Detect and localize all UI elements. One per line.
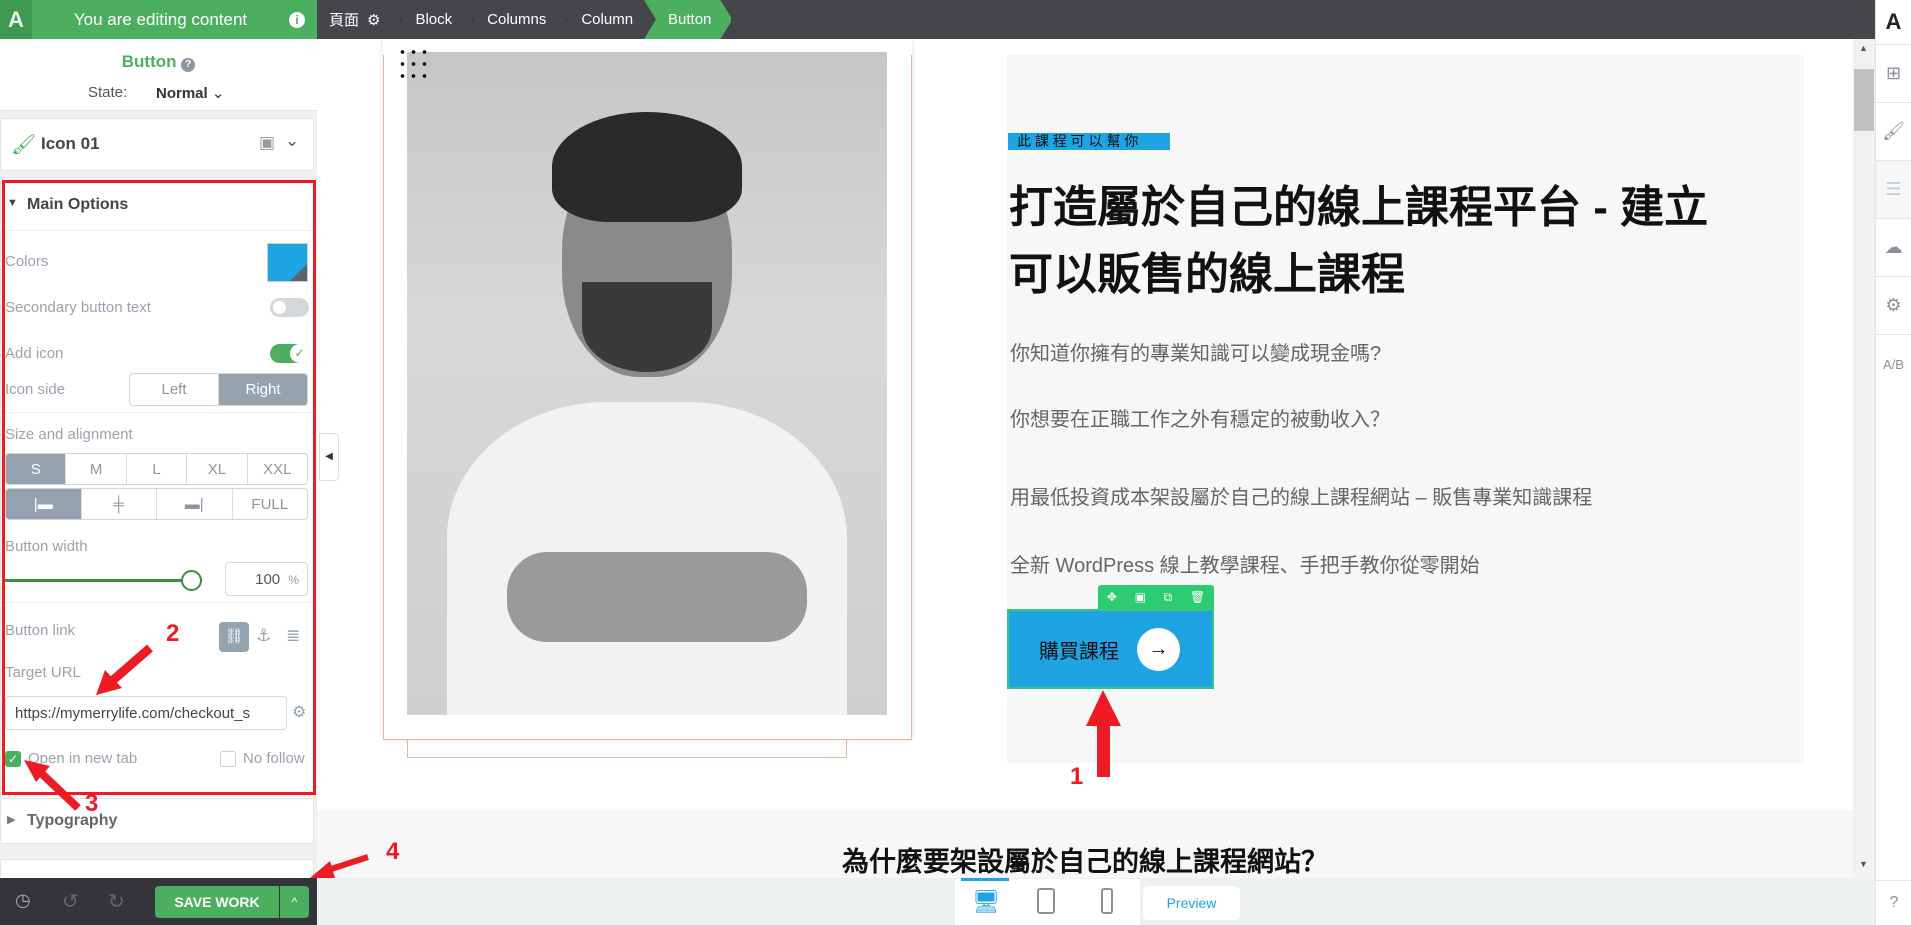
element-toolbar: ✥ ▣ ⧉ 🗑 xyxy=(1098,585,1214,609)
hero-paragraph: 全新 WordPress 線上教學課程、手把手教你從零開始 xyxy=(1010,555,1480,577)
save-options-button[interactable]: ^ xyxy=(280,886,309,918)
buy-course-label: 購買課程 xyxy=(1039,640,1119,663)
hero-paragraph: 用最低投資成本架設屬於自己的線上課程網站 – 販售專業知識課程 xyxy=(1010,487,1593,509)
help-icon[interactable]: ? xyxy=(181,58,196,72)
breadcrumb-page[interactable]: 頁面 ⚙ xyxy=(317,0,401,39)
scroll-down-icon[interactable]: ▼ xyxy=(1859,859,1868,869)
hero-paragraph: 你想要在正職工作之外有穩定的被動收入？ xyxy=(1010,409,1390,431)
history-icon[interactable]: ◷ xyxy=(15,890,31,911)
move-icon[interactable]: ✥ xyxy=(1107,590,1117,604)
element-title: Button xyxy=(121,52,177,71)
preview-button[interactable]: Preview xyxy=(1143,886,1240,920)
hero-heading-line2: 可以販售的線上課程 xyxy=(1009,250,1405,299)
breadcrumb-block[interactable]: Block xyxy=(391,0,473,39)
editing-banner: A You are editing content i xyxy=(0,0,317,39)
help-icon[interactable]: ? xyxy=(1876,880,1911,925)
annotation-number-2: 2 xyxy=(166,620,180,647)
collapse-panel-button[interactable]: ◀ xyxy=(319,433,339,481)
mobile-icon[interactable] xyxy=(1101,888,1113,914)
chevron-down-icon: ⌄ xyxy=(211,85,225,102)
arrow-right-icon: → xyxy=(1137,627,1180,671)
desktop-icon[interactable]: 🖥 xyxy=(972,889,1000,915)
sliders-icon[interactable]: ☰ xyxy=(1876,161,1911,219)
ab-test-icon[interactable]: A/B xyxy=(1876,335,1911,393)
hero-tag: 此 課 程 可 以 幫 你 xyxy=(1008,133,1170,150)
annotation-number-1: 1 xyxy=(1070,763,1084,790)
global-style-icon[interactable]: ▣ xyxy=(259,133,275,153)
typography-label: Typography xyxy=(27,812,118,829)
state-value: Normal xyxy=(156,85,208,102)
breadcrumb: 頁面 ⚙ Block Columns Column Button xyxy=(317,0,1875,39)
hero-heading: 打造屬於自己的線上課程平台 - 建立 可以販售的線上課程 xyxy=(1009,174,1708,308)
icon-card-label: Icon 01 xyxy=(41,134,100,153)
section-two-heading: 為什麼要架設屬於自己的線上課程網站？ xyxy=(842,847,1328,877)
undo-icon[interactable]: ↺ xyxy=(62,889,79,914)
breadcrumb-label: 頁面 xyxy=(329,12,360,29)
brush-icon: 🖌 xyxy=(11,134,37,156)
app-logo[interactable]: A xyxy=(0,0,32,39)
trash-icon[interactable]: 🗑 xyxy=(1190,590,1205,604)
caret-right-icon: ▶ xyxy=(7,814,16,826)
chevron-down-icon[interactable]: ⌄ xyxy=(285,131,299,151)
annotation-number-3: 3 xyxy=(85,790,99,817)
scrollbar-thumb[interactable] xyxy=(1854,69,1874,131)
buy-course-button[interactable]: 購買課程 → xyxy=(1007,609,1214,689)
copy-icon[interactable]: ⧉ xyxy=(1164,590,1173,605)
breadcrumb-column[interactable]: Column xyxy=(557,0,654,39)
settings-icon[interactable]: ⚙ xyxy=(1876,277,1911,335)
typography-card[interactable]: ▶ Typography xyxy=(0,798,314,844)
dots-decoration xyxy=(397,46,429,82)
hero-heading-line1: 打造屬於自己的線上課程平台 - 建立 xyxy=(1009,183,1709,232)
brush-icon[interactable]: 🖌 xyxy=(1876,103,1911,161)
add-element-icon[interactable]: ⊞ xyxy=(1876,45,1911,103)
save-work-button[interactable]: SAVE WORK xyxy=(155,886,279,918)
device-bar: 🖥 Preview xyxy=(317,878,1875,925)
scroll-up-icon[interactable]: ▲ xyxy=(1859,43,1868,53)
canvas-scrollbar[interactable]: ▲ ▼ xyxy=(1853,39,1875,878)
redo-icon[interactable]: ↻ xyxy=(108,889,125,914)
editing-label: You are editing content xyxy=(73,9,248,29)
hero-paragraph: 你知道你擁有的專業知識可以變成現金嗎? xyxy=(1010,343,1382,365)
tablet-icon[interactable] xyxy=(1037,888,1055,914)
breadcrumb-button[interactable]: Button xyxy=(644,0,732,39)
gear-icon[interactable]: ⚙ xyxy=(367,11,380,29)
portrait-photo xyxy=(407,52,887,715)
bottom-toolbar: ◷ ↺ ↻ SAVE WORK ^ xyxy=(0,878,317,925)
icon-card[interactable]: 🖌 Icon 01 ▣ ⌄ xyxy=(0,118,314,171)
logo-icon[interactable]: A xyxy=(1876,0,1911,45)
annotation-number-4: 4 xyxy=(386,838,400,865)
right-toolbar: A ⊞ 🖌 ☰ ☁ ⚙ A/B ? xyxy=(1875,0,1911,925)
annotation-box xyxy=(2,180,316,795)
page-canvas: 此 課 程 可 以 幫 你 打造屬於自己的線上課程平台 - 建立 可以販售的線上課… xyxy=(317,39,1853,878)
save-icon[interactable]: ▣ xyxy=(1135,590,1146,604)
breadcrumb-columns[interactable]: Columns xyxy=(463,0,567,39)
cloud-download-icon[interactable]: ☁ xyxy=(1876,219,1911,277)
state-label: State: xyxy=(88,84,128,101)
info-icon[interactable]: i xyxy=(289,11,305,28)
state-select[interactable]: Normal ⌄ xyxy=(156,84,224,102)
